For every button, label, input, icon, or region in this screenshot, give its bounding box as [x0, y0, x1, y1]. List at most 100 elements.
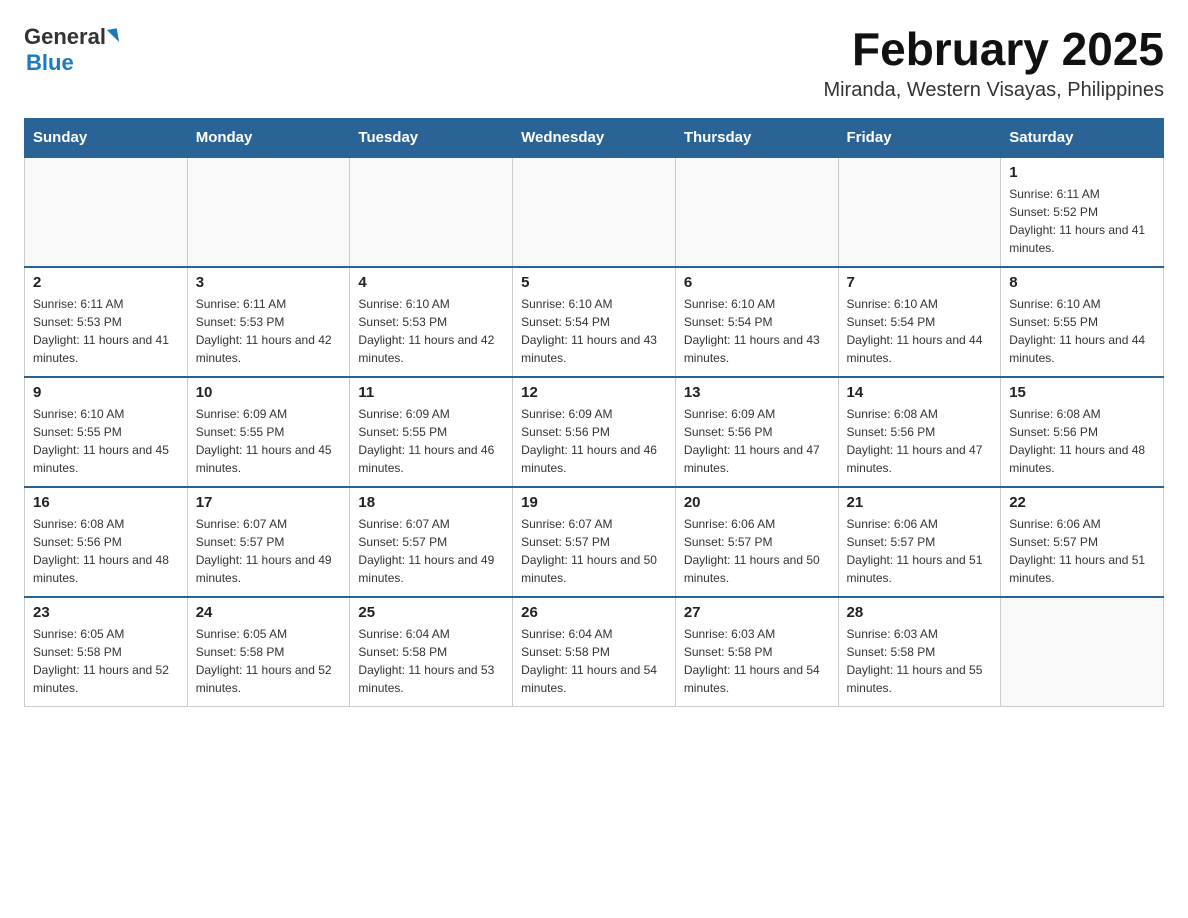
day-info: Sunrise: 6:09 AMSunset: 5:55 PMDaylight:…	[196, 405, 342, 477]
day-number: 16	[33, 494, 179, 511]
table-row: 22 Sunrise: 6:06 AMSunset: 5:57 PMDayligh…	[1001, 487, 1164, 597]
day-info: Sunrise: 6:08 AMSunset: 5:56 PMDaylight:…	[1009, 405, 1155, 477]
month-title: February 2025	[823, 24, 1164, 75]
day-number: 14	[847, 384, 993, 401]
day-info: Sunrise: 6:03 AMSunset: 5:58 PMDaylight:…	[847, 625, 993, 697]
day-number: 27	[684, 604, 830, 621]
day-number: 24	[196, 604, 342, 621]
table-row	[350, 157, 513, 267]
logo-blue-text: Blue	[26, 50, 74, 76]
day-info: Sunrise: 6:03 AMSunset: 5:58 PMDaylight:…	[684, 625, 830, 697]
table-row: 7 Sunrise: 6:10 AMSunset: 5:54 PMDaylight…	[838, 267, 1001, 377]
col-friday: Friday	[838, 118, 1001, 157]
day-info: Sunrise: 6:05 AMSunset: 5:58 PMDaylight:…	[33, 625, 179, 697]
col-wednesday: Wednesday	[513, 118, 676, 157]
day-info: Sunrise: 6:06 AMSunset: 5:57 PMDaylight:…	[684, 515, 830, 587]
calendar-header-row: Sunday Monday Tuesday Wednesday Thursday…	[25, 118, 1164, 157]
table-row: 27 Sunrise: 6:03 AMSunset: 5:58 PMDayligh…	[675, 597, 838, 707]
table-row	[25, 157, 188, 267]
table-row: 19 Sunrise: 6:07 AMSunset: 5:57 PMDayligh…	[513, 487, 676, 597]
day-number: 13	[684, 384, 830, 401]
col-monday: Monday	[187, 118, 350, 157]
table-row: 26 Sunrise: 6:04 AMSunset: 5:58 PMDayligh…	[513, 597, 676, 707]
table-row: 15Sunrise: 6:08 AMSunset: 5:56 PMDayligh…	[1001, 377, 1164, 487]
table-row	[838, 157, 1001, 267]
day-number: 18	[358, 494, 504, 511]
table-row: 11 Sunrise: 6:09 AMSunset: 5:55 PMDayligh…	[350, 377, 513, 487]
table-row	[187, 157, 350, 267]
page-header: General Blue February 2025 Miranda, West…	[24, 24, 1164, 102]
table-row: 2 Sunrise: 6:11 AMSunset: 5:53 PMDaylight…	[25, 267, 188, 377]
day-info: Sunrise: 6:11 AMSunset: 5:52 PMDaylight:…	[1009, 185, 1155, 257]
calendar-week-row: 1 Sunrise: 6:11 AMSunset: 5:52 PMDaylight…	[25, 157, 1164, 267]
col-sunday: Sunday	[25, 118, 188, 157]
day-info: Sunrise: 6:08 AMSunset: 5:56 PMDaylight:…	[33, 515, 179, 587]
day-info: Sunrise: 6:07 AMSunset: 5:57 PMDaylight:…	[358, 515, 504, 587]
table-row: 16 Sunrise: 6:08 AMSunset: 5:56 PMDayligh…	[25, 487, 188, 597]
day-info: Sunrise: 6:11 AMSunset: 5:53 PMDaylight:…	[196, 295, 342, 367]
col-tuesday: Tuesday	[350, 118, 513, 157]
day-info: Sunrise: 6:04 AMSunset: 5:58 PMDaylight:…	[521, 625, 667, 697]
day-info: Sunrise: 6:08 AMSunset: 5:56 PMDaylight:…	[847, 405, 993, 477]
day-number: 10	[196, 384, 342, 401]
day-number: 5	[521, 274, 667, 291]
day-info: Sunrise: 6:07 AMSunset: 5:57 PMDaylight:…	[196, 515, 342, 587]
table-row: 14 Sunrise: 6:08 AMSunset: 5:56 PMDayligh…	[838, 377, 1001, 487]
calendar-table: Sunday Monday Tuesday Wednesday Thursday…	[24, 118, 1164, 708]
day-info: Sunrise: 6:09 AMSunset: 5:56 PMDaylight:…	[521, 405, 667, 477]
day-info: Sunrise: 6:05 AMSunset: 5:58 PMDaylight:…	[196, 625, 342, 697]
day-number: 20	[684, 494, 830, 511]
title-area: February 2025 Miranda, Western Visayas, …	[823, 24, 1164, 102]
calendar-week-row: 2 Sunrise: 6:11 AMSunset: 5:53 PMDaylight…	[25, 267, 1164, 377]
table-row	[513, 157, 676, 267]
day-number: 12	[521, 384, 667, 401]
table-row: 28 Sunrise: 6:03 AMSunset: 5:58 PMDayligh…	[838, 597, 1001, 707]
day-info: Sunrise: 6:11 AMSunset: 5:53 PMDaylight:…	[33, 295, 179, 367]
day-info: Sunrise: 6:04 AMSunset: 5:58 PMDaylight:…	[358, 625, 504, 697]
day-number: 21	[847, 494, 993, 511]
calendar-week-row: 9Sunrise: 6:10 AMSunset: 5:55 PMDaylight…	[25, 377, 1164, 487]
day-info: Sunrise: 6:10 AMSunset: 5:53 PMDaylight:…	[358, 295, 504, 367]
day-number: 7	[847, 274, 993, 291]
day-info: Sunrise: 6:10 AMSunset: 5:55 PMDaylight:…	[1009, 295, 1155, 367]
day-number: 2	[33, 274, 179, 291]
day-number: 8	[1009, 274, 1155, 291]
day-number: 23	[33, 604, 179, 621]
table-row: 23 Sunrise: 6:05 AMSunset: 5:58 PMDayligh…	[25, 597, 188, 707]
day-info: Sunrise: 6:10 AMSunset: 5:54 PMDaylight:…	[847, 295, 993, 367]
day-info: Sunrise: 6:06 AMSunset: 5:57 PMDaylight:…	[847, 515, 993, 587]
day-number: 19	[521, 494, 667, 511]
day-info: Sunrise: 6:10 AMSunset: 5:55 PMDaylight:…	[33, 405, 179, 477]
day-number: 4	[358, 274, 504, 291]
day-number: 22	[1009, 494, 1155, 511]
table-row: 6 Sunrise: 6:10 AMSunset: 5:54 PMDaylight…	[675, 267, 838, 377]
logo-general-text: General	[24, 24, 118, 50]
calendar-week-row: 23 Sunrise: 6:05 AMSunset: 5:58 PMDayligh…	[25, 597, 1164, 707]
table-row: 4 Sunrise: 6:10 AMSunset: 5:53 PMDaylight…	[350, 267, 513, 377]
table-row	[1001, 597, 1164, 707]
day-info: Sunrise: 6:07 AMSunset: 5:57 PMDaylight:…	[521, 515, 667, 587]
day-number: 6	[684, 274, 830, 291]
table-row: 1 Sunrise: 6:11 AMSunset: 5:52 PMDaylight…	[1001, 157, 1164, 267]
table-row: 10 Sunrise: 6:09 AMSunset: 5:55 PMDayligh…	[187, 377, 350, 487]
day-number: 25	[358, 604, 504, 621]
location-title: Miranda, Western Visayas, Philippines	[823, 79, 1164, 102]
day-number: 26	[521, 604, 667, 621]
table-row: 5Sunrise: 6:10 AMSunset: 5:54 PMDaylight…	[513, 267, 676, 377]
table-row: 3 Sunrise: 6:11 AMSunset: 5:53 PMDaylight…	[187, 267, 350, 377]
table-row: 17Sunrise: 6:07 AMSunset: 5:57 PMDayligh…	[187, 487, 350, 597]
day-number: 3	[196, 274, 342, 291]
calendar-week-row: 16 Sunrise: 6:08 AMSunset: 5:56 PMDayligh…	[25, 487, 1164, 597]
table-row	[675, 157, 838, 267]
day-info: Sunrise: 6:06 AMSunset: 5:57 PMDaylight:…	[1009, 515, 1155, 587]
table-row: 20 Sunrise: 6:06 AMSunset: 5:57 PMDayligh…	[675, 487, 838, 597]
table-row: 8 Sunrise: 6:10 AMSunset: 5:55 PMDaylight…	[1001, 267, 1164, 377]
table-row: 25 Sunrise: 6:04 AMSunset: 5:58 PMDayligh…	[350, 597, 513, 707]
day-number: 28	[847, 604, 993, 621]
table-row: 21 Sunrise: 6:06 AMSunset: 5:57 PMDayligh…	[838, 487, 1001, 597]
day-number: 11	[358, 384, 504, 401]
day-info: Sunrise: 6:10 AMSunset: 5:54 PMDaylight:…	[684, 295, 830, 367]
logo: General Blue	[24, 24, 118, 76]
day-info: Sunrise: 6:09 AMSunset: 5:55 PMDaylight:…	[358, 405, 504, 477]
day-number: 1	[1009, 164, 1155, 181]
